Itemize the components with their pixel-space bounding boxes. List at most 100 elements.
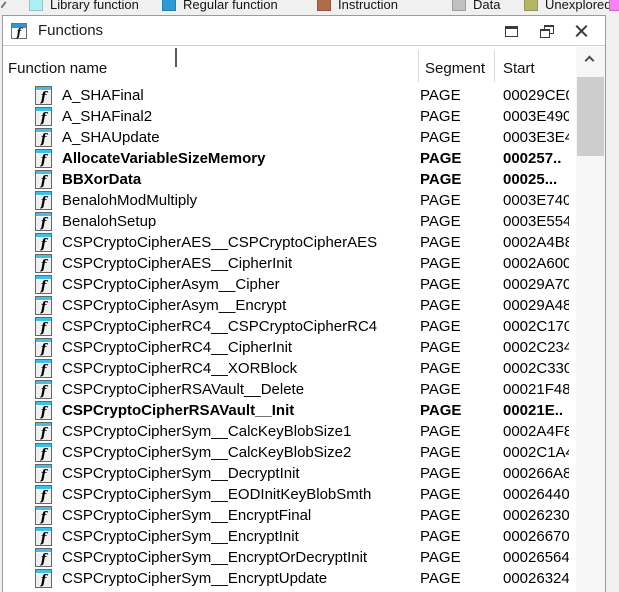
window-titlebar[interactable]: f Functions — [3, 16, 605, 46]
start-address: 0002A4B8 — [503, 232, 569, 253]
scroll-up-button[interactable] — [576, 47, 605, 71]
table-row[interactable]: f AllocateVariableSizeMemory PAGE 000257… — [3, 148, 576, 169]
column-separator — [418, 50, 419, 82]
column-separator — [494, 50, 495, 82]
function-icon: f — [35, 296, 52, 315]
table-row[interactable]: f BenalohSetup PAGE 0003E554 — [3, 211, 576, 232]
function-name: A_SHAFinal — [62, 85, 144, 106]
function-name: CSPCryptoCipherSym__EncryptUpdate — [62, 568, 327, 589]
start-address: 00025... — [503, 169, 569, 190]
function-icon: f — [35, 128, 52, 147]
function-icon: f — [35, 401, 52, 420]
table-row[interactable]: f A_SHAUpdate PAGE 0003E3E4 — [3, 127, 576, 148]
close-button[interactable] — [574, 24, 589, 39]
function-icon: f — [35, 422, 52, 441]
chevron-up-icon — [175, 48, 177, 67]
maximize-button[interactable] — [504, 24, 519, 39]
segment-value: PAGE — [420, 211, 461, 232]
legend-item — [609, 0, 619, 12]
table-row[interactable]: f CSPCryptoCipherSym__CalcKeyBlobSize1 P… — [3, 421, 576, 442]
function-icon: f — [35, 149, 52, 168]
table-row[interactable]: f A_SHAFinal2 PAGE 0003E490 — [3, 106, 576, 127]
table-row[interactable]: f CSPCryptoCipherRSAVault__Delete PAGE 0… — [3, 379, 576, 400]
function-name: CSPCryptoCipherSym__CalcKeyBlobSize1 — [62, 421, 351, 442]
vertical-scrollbar[interactable] — [576, 47, 605, 592]
table-row[interactable]: f CSPCryptoCipherRC4__CSPCryptoCipherRC4… — [3, 316, 576, 337]
segment-value: PAGE — [420, 379, 461, 400]
table-row[interactable]: f CSPCryptoCipherSym__EncryptFinal PAGE … — [3, 505, 576, 526]
table-row[interactable]: f CSPCryptoCipherRC4__CipherInit PAGE 00… — [3, 337, 576, 358]
window-controls — [504, 16, 589, 46]
table-row[interactable]: f CSPCryptoCipherSym__EncryptOrDecryptIn… — [3, 547, 576, 568]
segment-value: PAGE — [420, 190, 461, 211]
segment-value: PAGE — [420, 547, 461, 568]
table-row[interactable]: f CSPCryptoCipherRC4__XORBlock PAGE 0002… — [3, 358, 576, 379]
function-name: BBXorData — [62, 169, 141, 190]
start-address: 00029CE0 — [503, 85, 569, 106]
table-row[interactable]: f CSPCryptoCipherRSAVault__Init PAGE 000… — [3, 400, 576, 421]
table-row[interactable]: f CSPCryptoCipherAES__CipherInit PAGE 00… — [3, 253, 576, 274]
start-address: 0002A4F8 — [503, 421, 569, 442]
segment-value: PAGE — [420, 148, 461, 169]
start-address: 0002C330 — [503, 358, 569, 379]
function-name: CSPCryptoCipherSym__EncryptOrDecryptInit — [62, 547, 367, 568]
function-name: CSPCryptoCipherAsym__Cipher — [62, 274, 280, 295]
function-name: CSPCryptoCipherRC4__CSPCryptoCipherRC4 — [62, 316, 377, 337]
start-address: 000266A8 — [503, 463, 569, 484]
column-header-start[interactable]: Start — [503, 60, 535, 77]
function-icon: f — [35, 317, 52, 336]
table-row[interactable]: f CSPCryptoCipherAsym__Cipher PAGE 00029… — [3, 274, 576, 295]
close-icon — [574, 24, 589, 39]
function-icon: f — [35, 527, 52, 546]
function-name: CSPCryptoCipherSym__EODInitKeyBlobSmth — [62, 484, 371, 505]
restore-button[interactable] — [539, 24, 554, 39]
legend-item: Regular function — [162, 0, 278, 12]
segment-value: PAGE — [420, 169, 461, 190]
segment-value: PAGE — [420, 568, 461, 589]
column-header-function-name[interactable]: Function name — [8, 60, 107, 77]
table-row[interactable]: f CSPCryptoCipherAES__CSPCryptoCipherAES… — [3, 232, 576, 253]
segment-value: PAGE — [420, 400, 461, 421]
segment-value: PAGE — [420, 232, 461, 253]
segment-value: PAGE — [420, 484, 461, 505]
function-icon: f — [35, 275, 52, 294]
table-row[interactable]: f CSPCryptoCipherSym__CalcKeyBlobSize2 P… — [3, 442, 576, 463]
legend-item: Unexplored — [524, 0, 612, 12]
start-address: 0002C1A4 — [503, 442, 569, 463]
function-name: CSPCryptoCipherSym__DecryptInit — [62, 463, 300, 484]
start-address: 0002C170 — [503, 316, 569, 337]
scrollbar-thumb[interactable] — [577, 77, 604, 156]
table-row[interactable]: f CSPCryptoCipherAsym__Encrypt PAGE 0002… — [3, 295, 576, 316]
start-address: 00026564 — [503, 547, 569, 568]
column-header-segment[interactable]: Segment — [425, 60, 485, 77]
table-row[interactable]: f CSPCryptoCipherSym__EncryptInit PAGE 0… — [3, 526, 576, 547]
legend-item-label: Data — [473, 0, 500, 12]
legend-color-swatch — [317, 0, 331, 11]
table-row[interactable]: f BenalohModMultiply PAGE 0003E740 — [3, 190, 576, 211]
function-icon: f — [35, 548, 52, 567]
legend-item-label: Instruction — [338, 0, 398, 12]
start-address: 00029A70 — [503, 274, 569, 295]
table-row[interactable]: f BBXorData PAGE 00025... — [3, 169, 576, 190]
function-name: A_SHAFinal2 — [62, 106, 152, 127]
start-address: 00029A48 — [503, 295, 569, 316]
sort-ascending-indicator — [175, 50, 177, 68]
function-name: CSPCryptoCipherSym__CalcKeyBlobSize2 — [62, 442, 351, 463]
start-address: 0002A600 — [503, 253, 569, 274]
function-icon: f — [35, 191, 52, 210]
function-icon: f — [35, 569, 52, 588]
legend-bar: Library function Regular function Instru… — [0, 0, 619, 12]
table-row[interactable]: f CSPCryptoCipherSym__EODInitKeyBlobSmth… — [3, 484, 576, 505]
legend-item: Data — [452, 0, 500, 12]
table-header: Function name Segment Start — [3, 47, 576, 85]
table-row[interactable]: f CSPCryptoCipherSym__EncryptUpdate PAGE… — [3, 568, 576, 589]
segment-value: PAGE — [420, 442, 461, 463]
segment-value: PAGE — [420, 295, 461, 316]
table-row[interactable]: f A_SHAFinal PAGE 00029CE0 — [3, 85, 576, 106]
function-icon: f — [35, 338, 52, 357]
table-row[interactable]: f CSPCryptoCipherSym__DecryptInit PAGE 0… — [3, 463, 576, 484]
segment-value: PAGE — [420, 337, 461, 358]
function-icon: f — [35, 107, 52, 126]
start-address: 00021E.. — [503, 400, 569, 421]
start-address: 00021F48 — [503, 379, 569, 400]
